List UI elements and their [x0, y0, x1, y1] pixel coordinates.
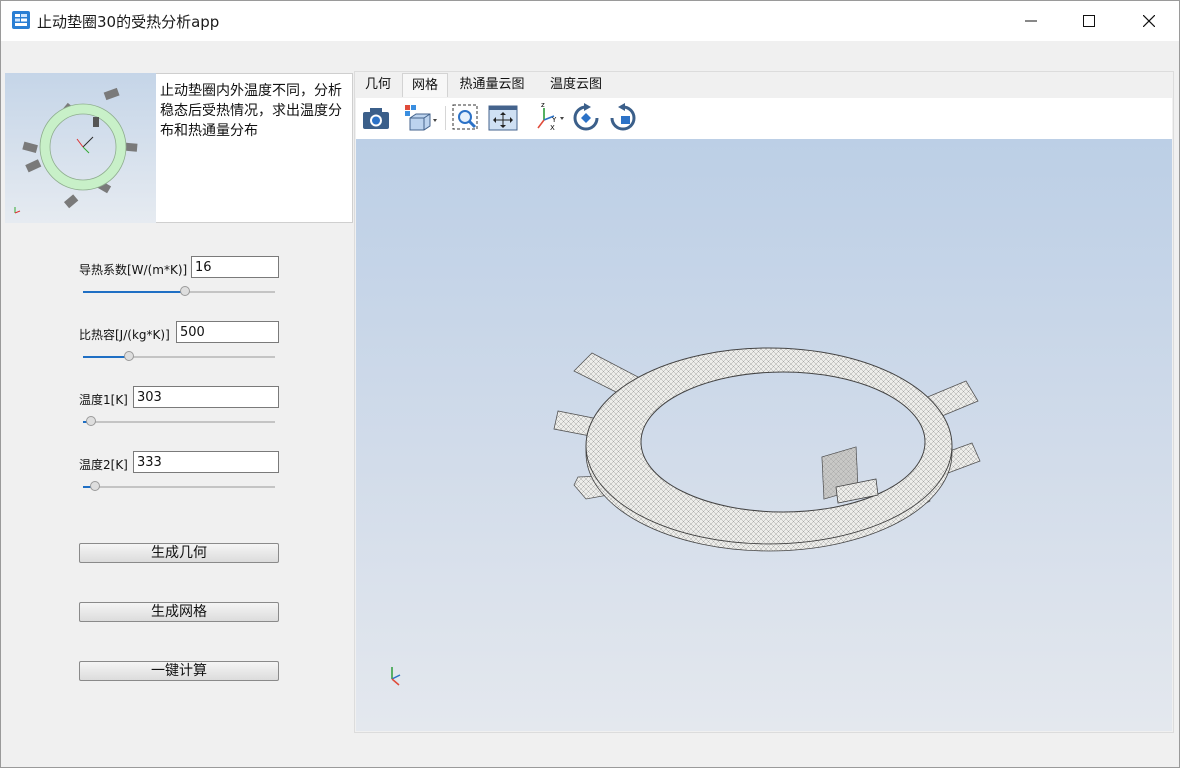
view-cube-icon: [405, 105, 437, 131]
maximize-button[interactable]: [1059, 1, 1119, 41]
rotate-cw-button[interactable]: [570, 102, 602, 134]
generate-geometry-button[interactable]: 生成几何: [79, 543, 279, 563]
zoom-box-icon: [452, 104, 478, 130]
fit-view-button[interactable]: [487, 102, 519, 134]
axes-triad-icon: [391, 667, 401, 686]
specific-heat-slider[interactable]: [83, 351, 275, 363]
rotate-ccw-icon: [610, 103, 636, 131]
svg-text:Y: Y: [551, 116, 557, 124]
toolbar-separator: [445, 106, 446, 130]
svg-text:X: X: [550, 124, 555, 132]
temperature1-slider[interactable]: [83, 416, 275, 428]
close-icon: [1143, 15, 1155, 27]
geometry-preview-image: [5, 73, 156, 223]
temperature1-input[interactable]: 303: [133, 386, 279, 408]
temperature1-label: 温度1[K]: [79, 393, 128, 407]
slider-thumb[interactable]: [180, 286, 190, 296]
viewer-toolbar: z Y X: [356, 98, 1172, 139]
description-panel: 止动垫圈内外温度不同，分析稳态后受热情况，求出温度分布和热通量分布: [156, 73, 353, 223]
view-orientation-button[interactable]: [402, 102, 437, 134]
temperature2-input[interactable]: 333: [133, 451, 279, 473]
svg-text:z: z: [541, 102, 545, 109]
tab-temperature[interactable]: 温度云图: [542, 73, 610, 97]
app-window-icon: [11, 10, 31, 30]
generate-mesh-button[interactable]: 生成网格: [79, 602, 279, 622]
mesh-model: [391, 347, 981, 686]
slider-thumb[interactable]: [124, 351, 134, 361]
tab-heat-flux[interactable]: 热通量云图: [454, 73, 530, 97]
rotate-ccw-button[interactable]: [607, 102, 639, 134]
tab-mesh[interactable]: 网格: [402, 73, 448, 97]
slider-thumb[interactable]: [86, 416, 96, 426]
screenshot-button[interactable]: [360, 102, 392, 134]
camera-icon: [363, 108, 389, 129]
compute-button[interactable]: 一键计算: [79, 661, 279, 681]
specific-heat-label: 比热容[J/(kg*K)]: [79, 328, 170, 342]
description-text: 止动垫圈内外温度不同，分析稳态后受热情况，求出温度分布和热通量分布: [160, 83, 342, 139]
minimize-icon: [1025, 20, 1037, 22]
minimize-button[interactable]: [1001, 1, 1061, 41]
mesh-viewport[interactable]: [356, 139, 1172, 731]
zoom-box-button[interactable]: [450, 102, 482, 134]
temperature2-label: 温度2[K]: [79, 458, 128, 472]
specific-heat-input[interactable]: 500: [176, 321, 279, 343]
maximize-icon: [1083, 15, 1095, 27]
window-title: 止动垫圈30的受热分析app: [37, 13, 220, 31]
axes-orientation-button[interactable]: z Y X: [532, 101, 564, 134]
fit-view-icon: [488, 105, 518, 131]
thermal-conductivity-slider[interactable]: [83, 286, 275, 298]
rotate-cw-icon: [573, 103, 599, 131]
tab-geometry[interactable]: 几何: [358, 73, 398, 97]
close-button[interactable]: [1119, 1, 1179, 41]
temperature2-slider[interactable]: [83, 481, 275, 493]
title-bar[interactable]: 止动垫圈30的受热分析app: [1, 1, 1179, 41]
thermal-conductivity-label: 导热系数[W/(m*K)]: [79, 263, 188, 277]
thermal-conductivity-input[interactable]: 16: [191, 256, 279, 278]
app-window: 止动垫圈30的受热分析app 止动垫圈内外温度不同，分析稳态后受热情况，求出温度…: [0, 0, 1180, 768]
axes-orientation-icon: z Y X: [537, 101, 564, 132]
slider-thumb[interactable]: [90, 481, 100, 491]
